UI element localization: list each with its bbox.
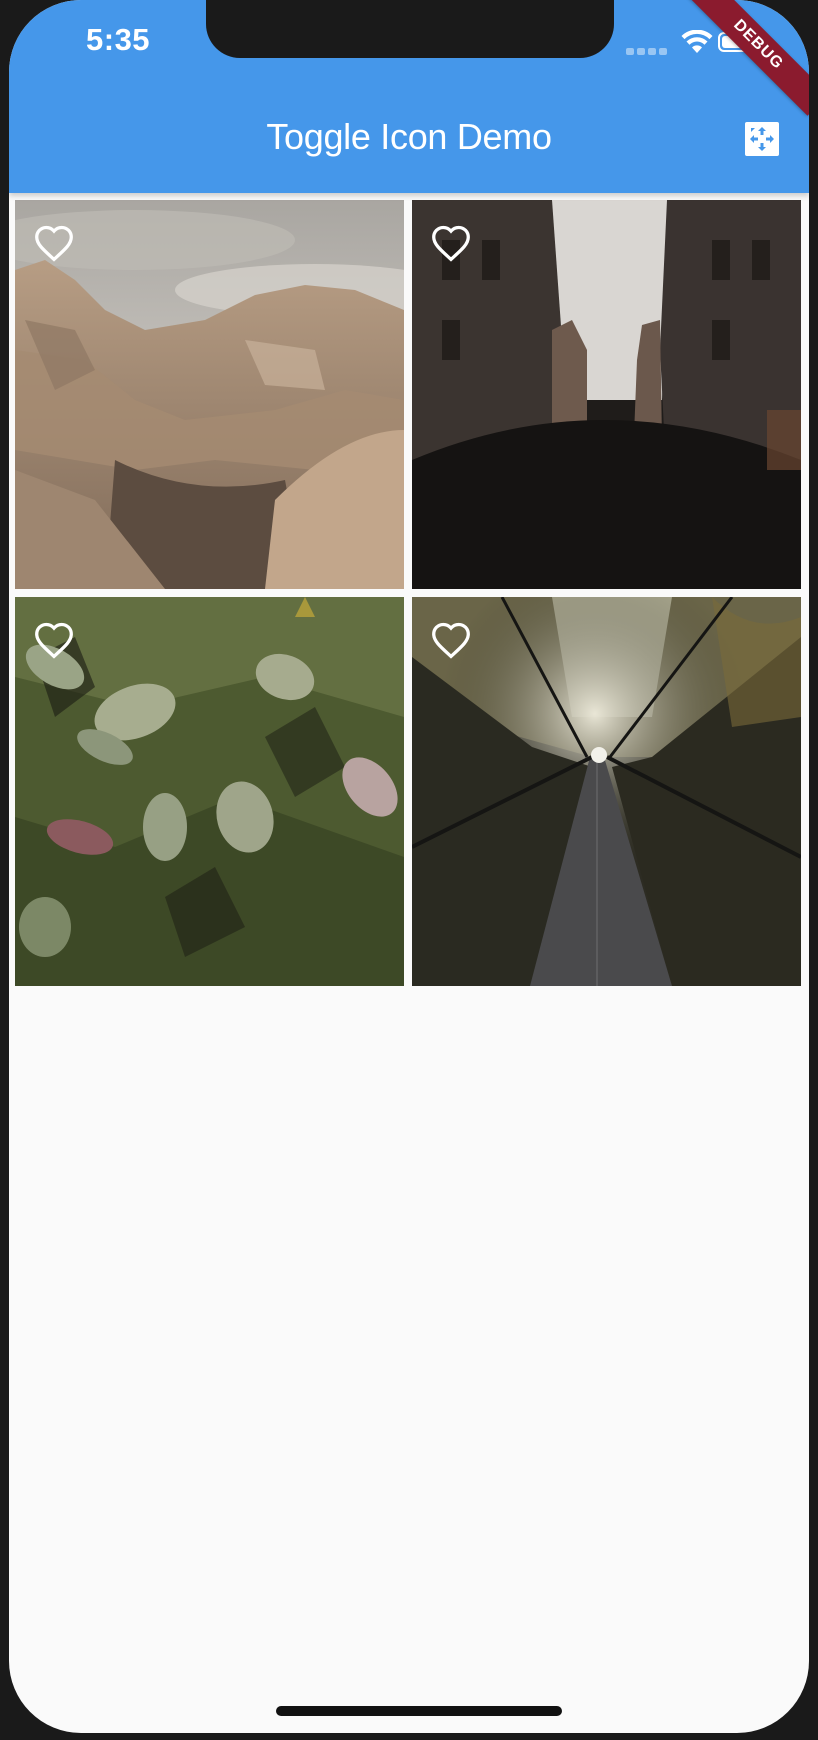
wifi-icon (681, 29, 713, 59)
heart-outline-icon[interactable] (430, 621, 472, 659)
heart-outline-icon[interactable] (430, 224, 472, 262)
fullscreen-button[interactable] (742, 119, 782, 159)
heart-outline-icon[interactable] (33, 621, 75, 659)
fullscreen-icon (745, 122, 779, 156)
photo-tile-desert[interactable] (15, 200, 404, 589)
device-notch (206, 0, 614, 58)
phone-screen: 5:35 Toggle Icon Demo DEBUG (9, 0, 809, 1733)
page-title: Toggle Icon Demo (266, 116, 552, 157)
status-time: 5:35 (86, 22, 151, 57)
photo-tile-leaves[interactable] (15, 597, 404, 986)
home-indicator[interactable] (276, 1706, 562, 1716)
photo-grid (15, 200, 803, 1000)
photo-tile-street[interactable] (412, 200, 801, 589)
photo-tile-bridge[interactable] (412, 597, 801, 986)
heart-outline-icon[interactable] (33, 224, 75, 262)
cellular-signal-icon (626, 48, 667, 55)
